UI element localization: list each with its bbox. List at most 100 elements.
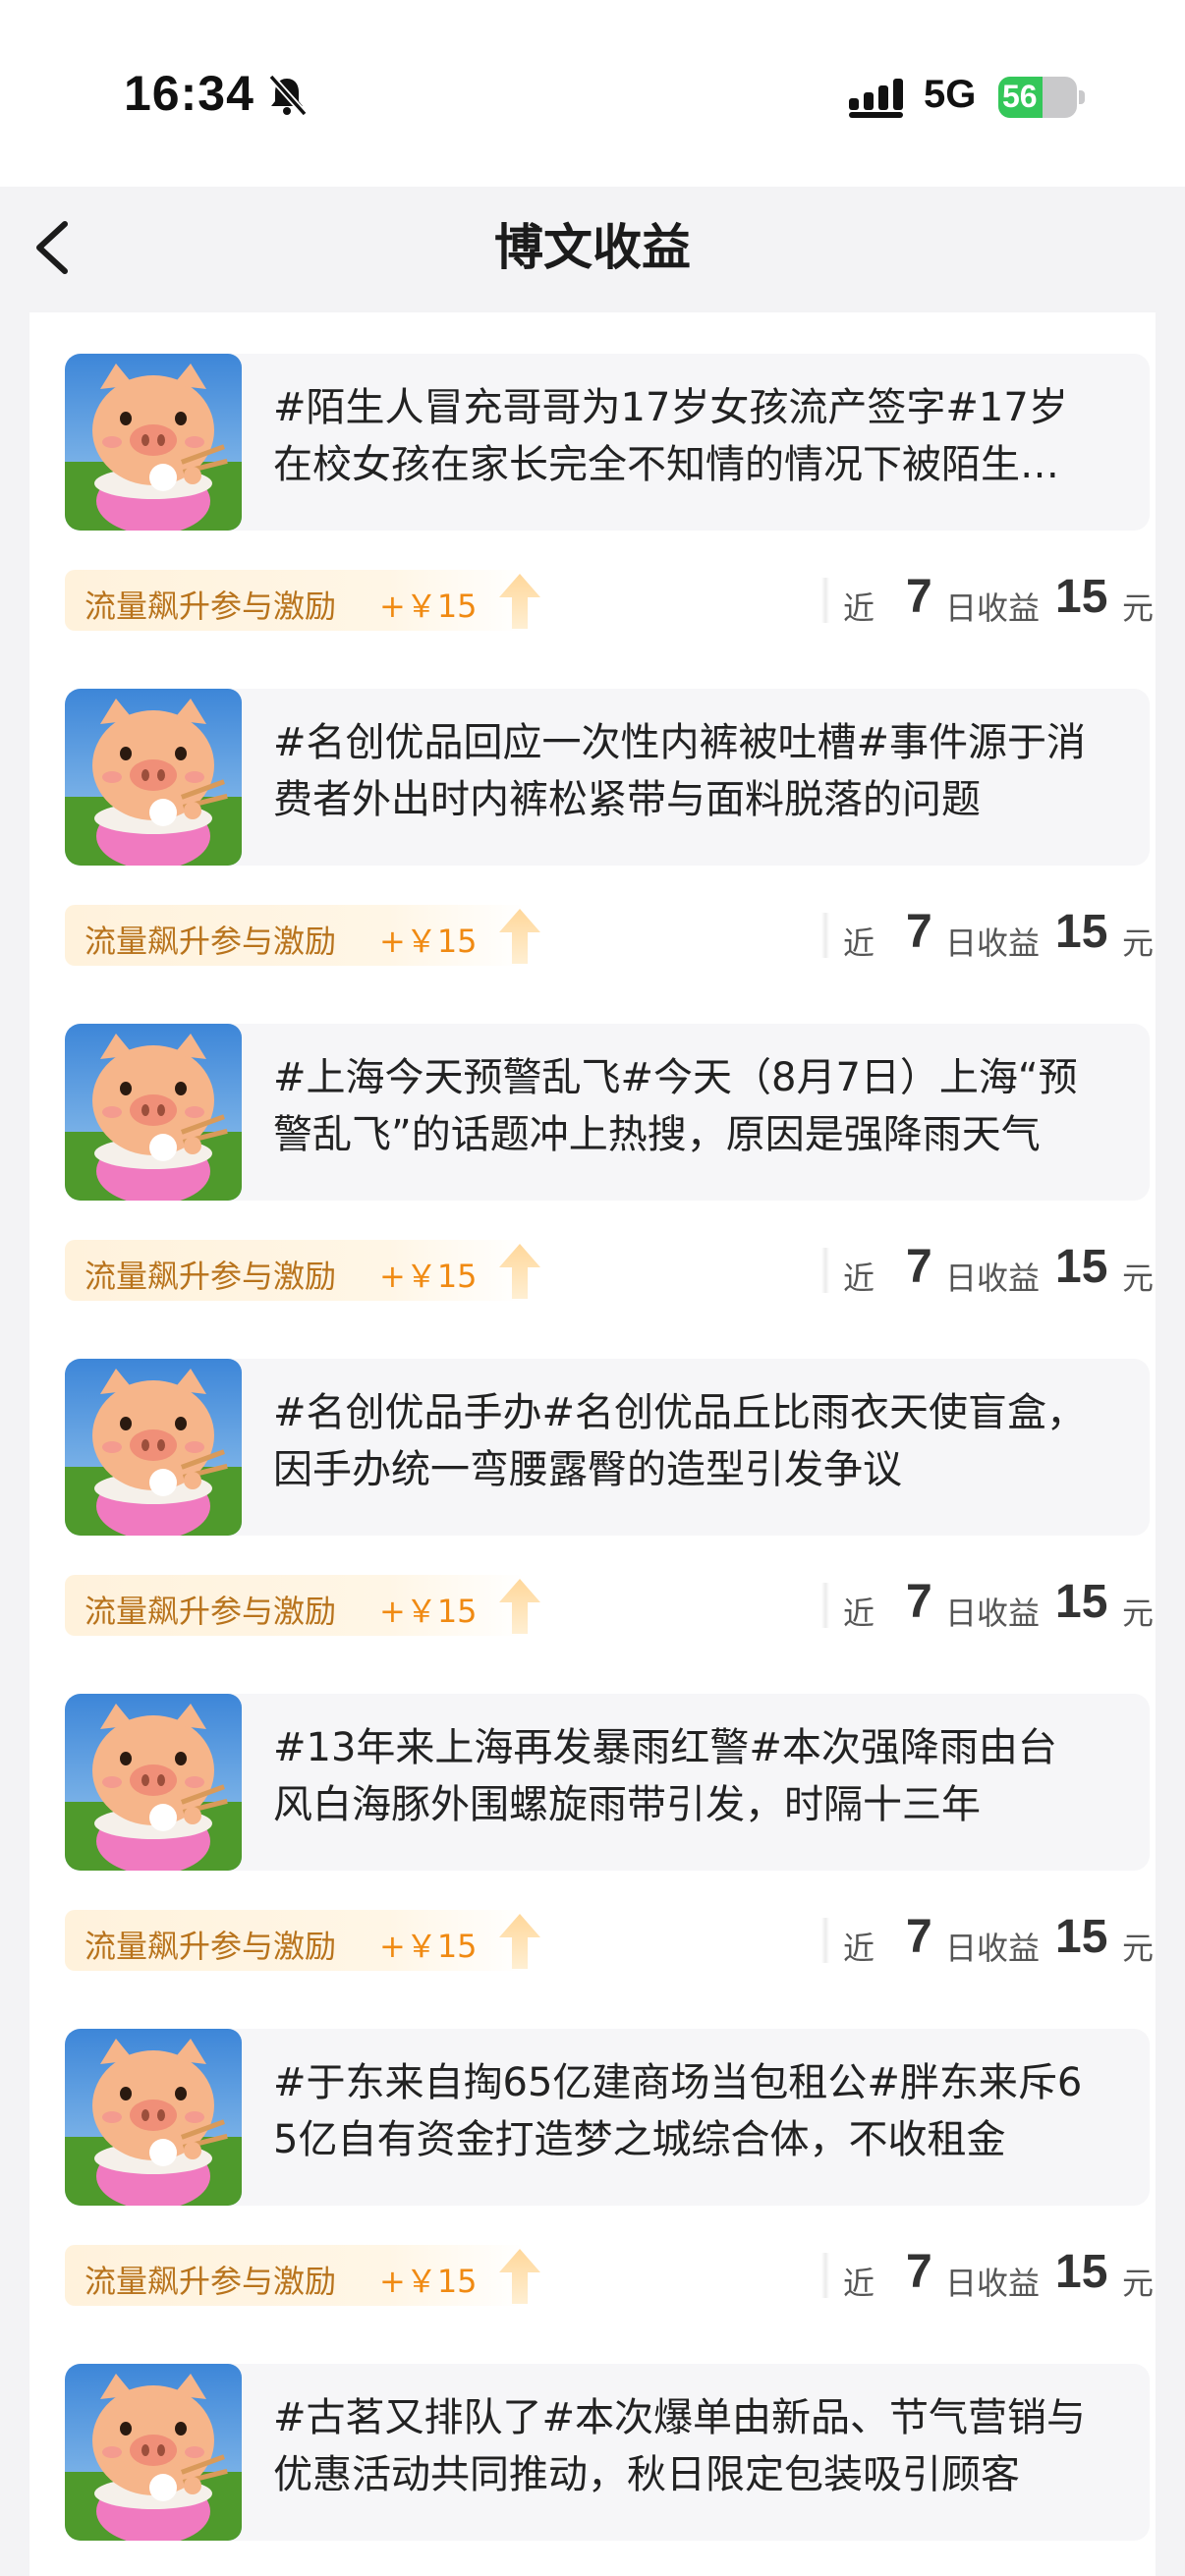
incentive-bonus: +￥15 — [379, 1258, 478, 1295]
pig-avatar-icon — [65, 689, 242, 866]
list-item[interactable]: #名创优品回应一次性内裤被吐槽#事件源于消费者外出时内裤松紧带与面料脱落的问题 … — [29, 647, 1156, 983]
incentive-label: 流量飙升参与激励 — [85, 2263, 337, 2300]
list-item[interactable]: #13年来上海再发暴雨红警#本次强降雨由台风白海豚外围螺旋雨带引发，时隔十三年 … — [29, 1652, 1156, 1988]
post-thumbnail — [65, 689, 242, 866]
earnings-prefix: 近 — [843, 924, 875, 962]
pig-avatar-icon — [65, 354, 242, 531]
status-bar: 16:34 5G 56 博文收益 — [0, 0, 1185, 276]
list-item[interactable]: #古茗又排队了#本次爆单由新品、节气营销与优惠活动共同推动，秋日限定包装吸引顾客… — [29, 2323, 1156, 2576]
earnings-unit: 元 — [1122, 2265, 1155, 2302]
earnings-label: 日收益 — [945, 2265, 1041, 2302]
earnings-unit: 元 — [1122, 1595, 1155, 1632]
earnings-prefix: 近 — [843, 2265, 875, 2302]
bell-muted-icon — [268, 74, 308, 117]
incentive-label: 流量飙升参与激励 — [85, 588, 337, 625]
earnings-unit: 元 — [1122, 589, 1155, 627]
list-item[interactable]: #陌生人冒充哥哥为17岁女孩流产签字#17岁在校女孩在家长完全不知情的情况下被陌… — [29, 312, 1156, 648]
post-thumbnail — [65, 1359, 242, 1536]
list-item[interactable]: #于东来自掏65亿建商场当包租公#胖东来斥65亿自有资金打造梦之城综合体，不收租… — [29, 1988, 1156, 2324]
earnings-label: 日收益 — [945, 589, 1041, 627]
arrow-up-icon — [499, 1579, 540, 1634]
battery-percent: 56 — [1002, 79, 1038, 114]
post-text: #于东来自掏65亿建商场当包租公#胖东来斥65亿自有资金打造梦之城综合体，不收租… — [273, 2060, 1083, 2162]
page-title: 博文收益 — [494, 219, 691, 276]
earnings-days: 7 — [906, 1911, 932, 1963]
earnings-amount: 15 — [1055, 906, 1108, 958]
post-text: #古茗又排队了#本次爆单由新品、节气营销与优惠活动共同推动，秋日限定包装吸引顾客 — [273, 2395, 1087, 2497]
earnings-amount: 15 — [1055, 1241, 1108, 1293]
post-card[interactable]: #名创优品回应一次性内裤被吐槽#事件源于消费者外出时内裤松紧带与面料脱落的问题 — [65, 689, 1150, 866]
earnings-label: 日收益 — [945, 924, 1041, 962]
incentive-bonus: +￥15 — [379, 2263, 478, 2300]
incentive-label: 流量飙升参与激励 — [85, 1258, 337, 1295]
earnings-days: 7 — [906, 571, 932, 623]
pig-avatar-icon — [65, 2029, 242, 2206]
post-thumbnail — [65, 1694, 242, 1871]
arrow-up-icon — [499, 2249, 540, 2304]
earnings-days: 7 — [906, 2246, 932, 2298]
traffic-incentive-badge[interactable]: 流量飙升参与激励 +￥15 — [65, 570, 540, 631]
post-text: #名创优品手办#名创优品丘比雨衣天使盲盒，因手办统一弯腰露臀的造型引发争议 — [273, 1390, 1087, 1492]
post-card[interactable]: #陌生人冒充哥哥为17岁女孩流产签字#17岁在校女孩在家长完全不知情的情况下被陌… — [65, 354, 1150, 531]
seven-day-earnings: 近 7 日收益 15 元 — [821, 566, 1156, 635]
earnings-label: 日收益 — [945, 1260, 1041, 1297]
earnings-unit: 元 — [1122, 1260, 1155, 1297]
incentive-label: 流量飙升参与激励 — [85, 923, 337, 960]
traffic-incentive-badge[interactable]: 流量飙升参与激励 +￥15 — [65, 905, 540, 966]
post-card[interactable]: #上海今天预警乱飞#今天（8月7日）上海“预警乱飞”的话题冲上热搜，原因是强降雨… — [65, 1024, 1150, 1201]
earnings-unit: 元 — [1122, 1930, 1155, 1967]
incentive-label: 流量飙升参与激励 — [85, 1928, 337, 1965]
post-thumbnail — [65, 2029, 242, 2206]
post-thumbnail — [65, 354, 242, 531]
post-card[interactable]: #名创优品手办#名创优品丘比雨衣天使盲盒，因手办统一弯腰露臀的造型引发争议 — [65, 1359, 1150, 1536]
incentive-bonus: +￥15 — [379, 923, 478, 960]
pig-avatar-icon — [65, 2364, 242, 2541]
post-card[interactable]: #古茗又排队了#本次爆单由新品、节气营销与优惠活动共同推动，秋日限定包装吸引顾客 — [65, 2364, 1150, 2541]
seven-day-earnings: 近 7 日收益 15 元 — [821, 901, 1156, 970]
arrow-up-icon — [499, 574, 540, 629]
incentive-bonus: +￥15 — [379, 1593, 478, 1630]
incentive-bonus: +￥15 — [379, 1928, 478, 1965]
post-text: #上海今天预警乱飞#今天（8月7日）上海“预警乱飞”的话题冲上热搜，原因是强降雨… — [273, 1055, 1078, 1157]
earnings-label: 日收益 — [945, 1930, 1041, 1967]
earnings-amount: 15 — [1055, 1911, 1108, 1963]
post-card[interactable]: #13年来上海再发暴雨红警#本次强降雨由台风白海豚外围螺旋雨带引发，时隔十三年 — [65, 1694, 1150, 1871]
earnings-prefix: 近 — [843, 589, 875, 627]
network-type: 5G — [924, 73, 977, 116]
earnings-days: 7 — [906, 1241, 932, 1293]
earnings-days: 7 — [906, 906, 932, 958]
earnings-label: 日收益 — [945, 1595, 1041, 1632]
post-card[interactable]: #于东来自掏65亿建商场当包租公#胖东来斥65亿自有资金打造梦之城综合体，不收租… — [65, 2029, 1150, 2206]
post-thumbnail — [65, 2364, 242, 2541]
list-item[interactable]: #名创优品手办#名创优品丘比雨衣天使盲盒，因手办统一弯腰露臀的造型引发争议 流量… — [29, 1317, 1156, 1653]
earnings-unit: 元 — [1122, 924, 1155, 962]
seven-day-earnings: 近 7 日收益 15 元 — [821, 2241, 1156, 2310]
signal-icon — [849, 79, 903, 118]
earnings-prefix: 近 — [843, 1260, 875, 1297]
earnings-days: 7 — [906, 1576, 932, 1628]
battery-icon: 56 — [998, 77, 1085, 118]
post-text: #13年来上海再发暴雨红警#本次强降雨由台风白海豚外围螺旋雨带引发，时隔十三年 — [273, 1725, 1057, 1827]
earnings-amount: 15 — [1055, 2246, 1108, 2298]
pig-avatar-icon — [65, 1694, 242, 1871]
pig-avatar-icon — [65, 1024, 242, 1201]
traffic-incentive-badge[interactable]: 流量飙升参与激励 +￥15 — [65, 1575, 540, 1636]
post-text: #名创优品回应一次性内裤被吐槽#事件源于消费者外出时内裤松紧带与面料脱落的问题 — [273, 720, 1087, 822]
earnings-amount: 15 — [1055, 1576, 1108, 1628]
incentive-bonus: +￥15 — [379, 588, 478, 625]
post-text: #陌生人冒充哥哥为17岁女孩流产签字#17岁在校女孩在家长完全不知情的情况下被陌… — [273, 385, 1068, 487]
seven-day-earnings: 近 7 日收益 15 元 — [821, 1906, 1156, 1975]
post-thumbnail — [65, 1024, 242, 1201]
seven-day-earnings: 近 7 日收益 15 元 — [821, 1236, 1156, 1305]
incentive-label: 流量飙升参与激励 — [85, 1593, 337, 1630]
arrow-up-icon — [499, 909, 540, 964]
pig-avatar-icon — [65, 1359, 242, 1536]
traffic-incentive-badge[interactable]: 流量飙升参与激励 +￥15 — [65, 1240, 540, 1301]
traffic-incentive-badge[interactable]: 流量飙升参与激励 +￥15 — [65, 2245, 540, 2306]
arrow-up-icon — [499, 1244, 540, 1299]
status-time: 16:34 — [124, 66, 254, 121]
list-item[interactable]: #上海今天预警乱飞#今天（8月7日）上海“预警乱飞”的话题冲上热搜，原因是强降雨… — [29, 982, 1156, 1318]
traffic-incentive-badge[interactable]: 流量飙升参与激励 +￥15 — [65, 1910, 540, 1971]
post-earnings-list: #陌生人冒充哥哥为17岁女孩流产签字#17岁在校女孩在家长完全不知情的情况下被陌… — [29, 312, 1156, 2576]
arrow-up-icon — [499, 1914, 540, 1969]
